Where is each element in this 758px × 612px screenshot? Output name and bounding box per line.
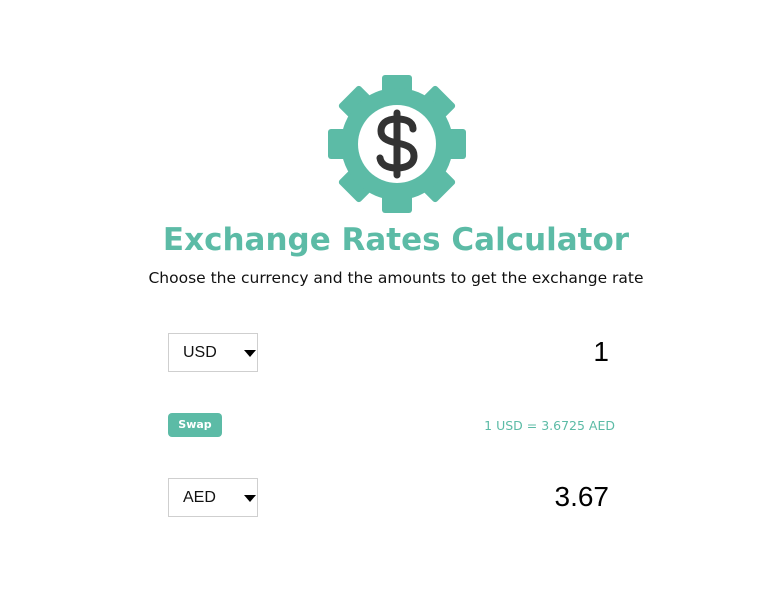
currency-two-select[interactable]: AED (168, 478, 258, 517)
amount-two-input[interactable]: 3.67 (555, 481, 610, 513)
dollar-gear-icon (328, 75, 466, 213)
amount-one-input[interactable]: 1 (593, 336, 609, 368)
swap-button[interactable]: Swap (168, 413, 222, 437)
chevron-down-icon (244, 350, 256, 357)
currency-one-selected: USD (183, 344, 217, 361)
currency-two-selected: AED (183, 489, 216, 506)
page-title: Exchange Rates Calculator (162, 222, 630, 258)
currency-one-select[interactable]: USD (168, 333, 258, 372)
chevron-down-icon (244, 495, 256, 502)
exchange-calculator-page: Exchange Rates Calculator Choose the cur… (0, 0, 758, 612)
exchange-rate-text: 1 USD = 3.6725 AED (484, 418, 615, 433)
page-subtitle: Choose the currency and the amounts to g… (148, 269, 644, 287)
